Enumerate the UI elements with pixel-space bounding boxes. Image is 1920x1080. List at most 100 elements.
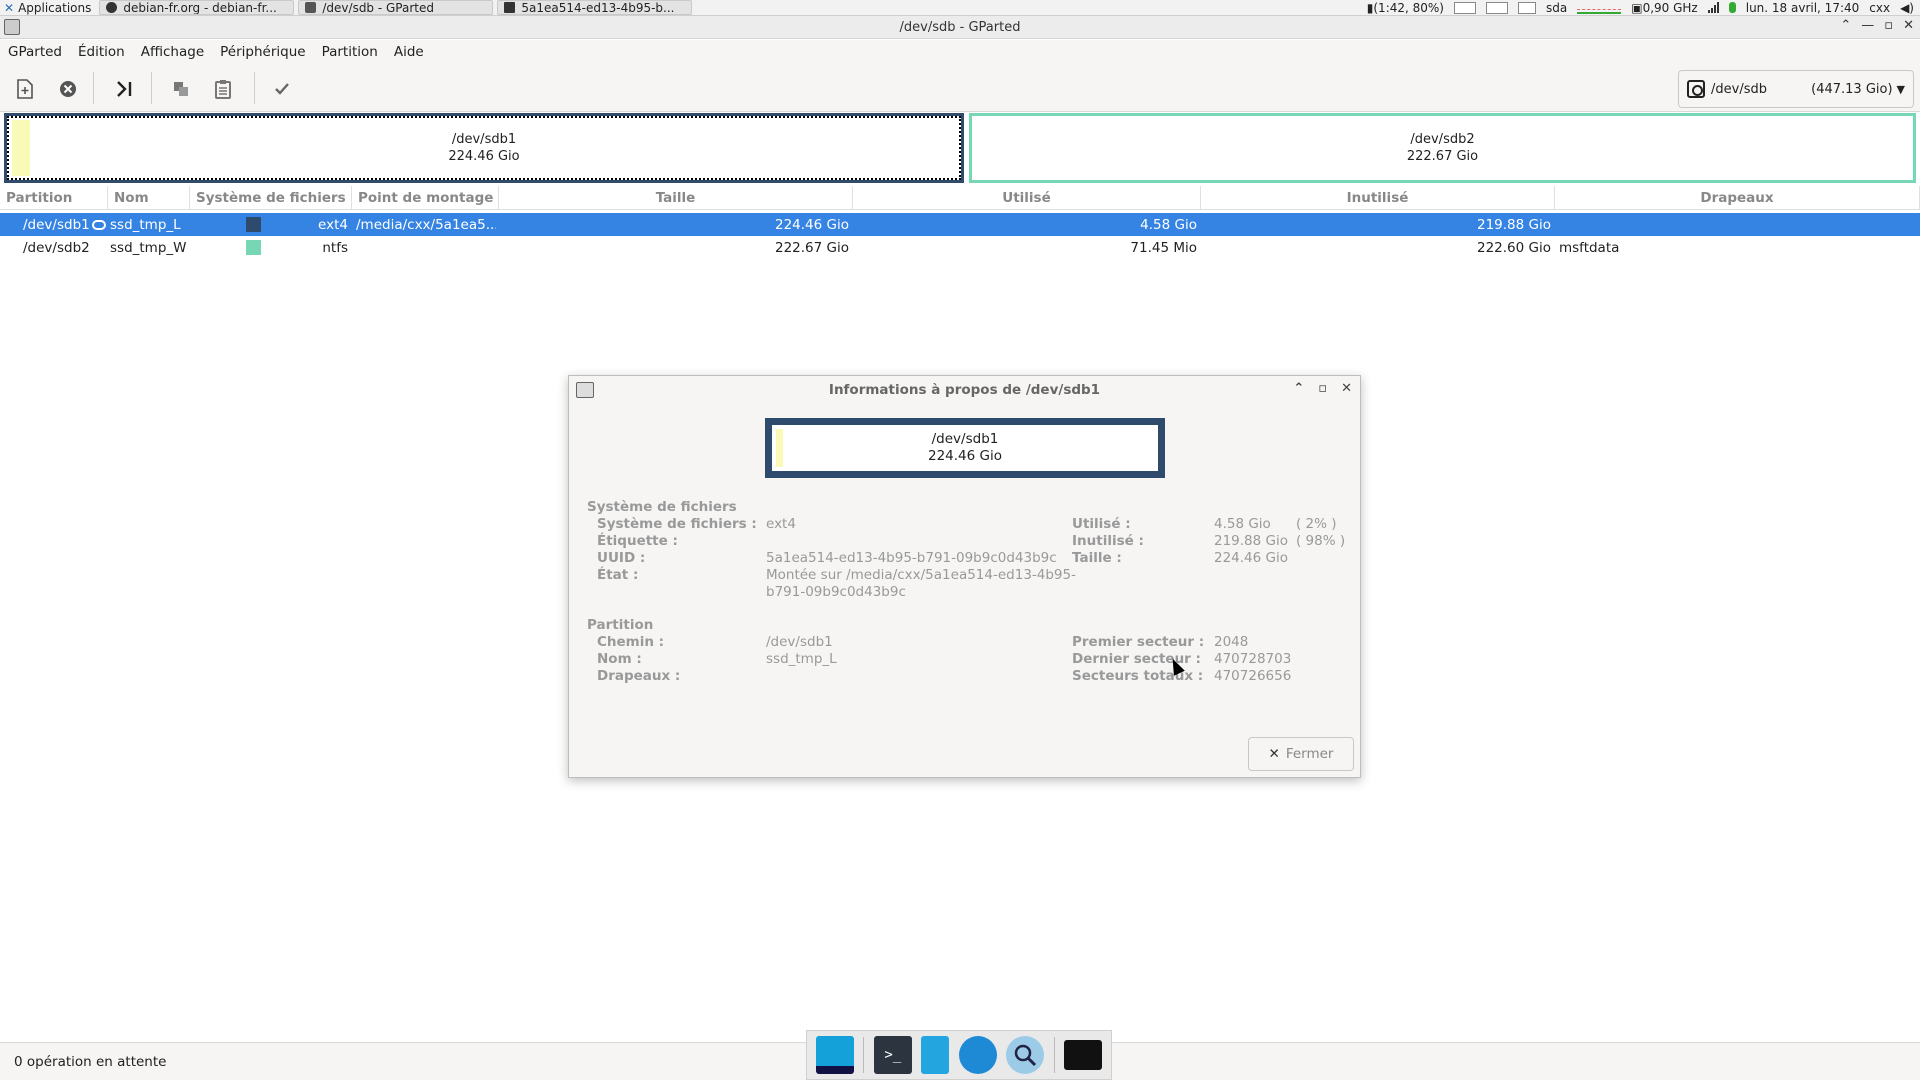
value-etat-line1: Montée sur /media/cxx/5a1ea514-ed13-4b95… [766, 567, 1076, 583]
paste-icon[interactable] [210, 76, 236, 102]
partition-block-name: /dev/sdb1 [451, 132, 517, 147]
workspace-1[interactable] [1454, 1, 1476, 14]
cell-used: 71.45 Mio [1130, 239, 1197, 256]
show-desktop-icon[interactable] [1518, 1, 1536, 14]
xfce-logo-icon: ✕ [4, 0, 15, 15]
cell-unused: 219.88 Gio [1477, 216, 1551, 233]
web-browser-icon[interactable] [958, 1036, 997, 1074]
device-selector[interactable]: /dev/sdb (447.13 Gio) ▼ [1678, 70, 1914, 108]
roll-up-icon[interactable]: ⌃ [1840, 18, 1851, 33]
column-header-mountpoint[interactable]: Point de montage [352, 186, 499, 210]
battery-indicator[interactable]: ▮(1:42, 80%) [1367, 1, 1444, 15]
value-uuid: 5a1ea514-ed13-4b95-b791-09b9c0d43b9c [766, 550, 1057, 566]
value-nom: ssd_tmp_L [766, 651, 837, 667]
menu-aide[interactable]: Aide [394, 44, 424, 60]
dock-separator [863, 1037, 865, 1073]
minimize-icon[interactable]: — [1861, 18, 1874, 33]
partition-block-size: 224.46 Gio [448, 149, 520, 164]
network-status-icon[interactable] [1728, 2, 1736, 13]
toolbar-separator [151, 72, 152, 104]
value-utilise-pct: ( 2% ) [1296, 516, 1337, 532]
column-header-utilise[interactable]: Utilisé [853, 186, 1201, 210]
window-titlebar: /dev/sdb - GParted ⌃ — ▫ ✕ [0, 16, 1920, 39]
folder-icon[interactable] [1064, 1040, 1103, 1070]
close-icon[interactable]: ✕ [1903, 18, 1914, 33]
value-inutilise: 219.88 Gio [1214, 533, 1288, 549]
resize-icon[interactable] [111, 76, 137, 102]
workspace-2[interactable] [1486, 1, 1508, 14]
clock[interactable]: lun. 18 avril, 17:40 [1746, 1, 1860, 15]
column-header-nom[interactable]: Nom [108, 186, 190, 210]
menu-peripherique[interactable]: Périphérique [220, 44, 305, 60]
terminal-icon[interactable]: >_ [873, 1036, 912, 1074]
dock-separator [1053, 1037, 1055, 1073]
disk-load-graph [1577, 2, 1622, 14]
desktop-icon[interactable] [815, 1036, 854, 1074]
table-row[interactable]: /dev/sdb2 ssd_tmp_W ntfs 222.67 Gio 71.4… [0, 236, 1920, 259]
search-icon[interactable] [1006, 1036, 1045, 1074]
task-gparted[interactable]: /dev/sdb - GParted [298, 0, 494, 15]
label-taille: Taille : [1072, 550, 1122, 566]
roll-up-icon[interactable]: ⌃ [1293, 381, 1304, 396]
disk-icon [1687, 80, 1705, 98]
label-inutilise: Inutilisé : [1072, 533, 1144, 549]
column-header-inutilise[interactable]: Inutilisé [1201, 186, 1555, 210]
value-taille: 224.46 Gio [1214, 550, 1288, 566]
cell-flags: msftdata [1559, 239, 1620, 256]
menu-partition[interactable]: Partition [322, 44, 378, 60]
menu-affichage[interactable]: Affichage [141, 44, 204, 60]
column-header-partition[interactable]: Partition [0, 186, 108, 210]
partition-block-sdb2[interactable]: /dev/sdb2 222.67 Gio [969, 113, 1916, 183]
value-chemin: /dev/sdb1 [766, 634, 833, 650]
copy-icon[interactable] [168, 76, 194, 102]
gparted-icon [305, 2, 317, 13]
window-title: /dev/sdb - GParted [899, 19, 1021, 35]
label-chemin: Chemin : [597, 634, 665, 650]
menu-gparted[interactable]: GParted [8, 44, 62, 60]
gparted-window-icon[interactable] [4, 19, 20, 35]
close-icon[interactable]: ✕ [1341, 381, 1352, 396]
label-drapeaux: Drapeaux : [597, 668, 681, 684]
dialog-title: Informations à propos de /dev/sdb1 [828, 382, 1101, 398]
user-name[interactable]: cxx [1869, 1, 1890, 15]
cell-unused: 222.60 Gio [1477, 239, 1551, 256]
cell-filesystem: ntfs [322, 239, 348, 256]
label-etiquette: Étiquette : [597, 533, 678, 549]
cpu-icon: ▣ [1631, 0, 1643, 15]
applications-menu[interactable]: ✕ Applications [0, 0, 95, 16]
value-filesystem: ext4 [766, 516, 796, 532]
disk-graphic: /dev/sdb1 224.46 Gio /dev/sdb2 222.67 Gi… [4, 113, 1916, 183]
wifi-signal-icon[interactable] [1707, 2, 1719, 13]
label-etat: État : [597, 567, 639, 583]
partition-block-sdb1[interactable]: /dev/sdb1 224.46 Gio [4, 113, 964, 183]
column-header-drapeaux[interactable]: Drapeaux [1555, 186, 1920, 210]
task-folder[interactable]: 5a1ea514-ed13-4b95-b... [497, 0, 693, 15]
label-premier-secteur: Premier secteur : [1072, 634, 1205, 650]
value-utilise: 4.58 Gio [1214, 516, 1271, 532]
delete-icon[interactable] [55, 76, 81, 102]
menubar: GParted Édition Affichage Périphérique P… [0, 40, 1920, 64]
new-partition-icon[interactable] [12, 76, 38, 102]
maximize-icon[interactable]: ▫ [1318, 381, 1327, 396]
table-row[interactable]: /dev/sdb1 ssd_tmp_L ext4 /media/cxx/5a1e… [0, 213, 1920, 236]
folder-icon [504, 2, 516, 13]
cell-filesystem: ext4 [318, 216, 348, 233]
maximize-icon[interactable]: ▫ [1884, 18, 1893, 33]
close-button[interactable]: ✕ Fermer [1248, 737, 1354, 771]
device-size: (447.13 Gio) [1811, 81, 1893, 97]
column-header-taille[interactable]: Taille [499, 186, 853, 210]
apply-icon[interactable] [269, 76, 295, 102]
gparted-window-icon[interactable] [576, 382, 594, 398]
volume-icon[interactable]: ◀) [1900, 1, 1914, 15]
task-browser[interactable]: debian-fr.org - debian-fr... [99, 0, 295, 15]
browser-favicon-icon [106, 2, 118, 13]
value-secteurs-totaux: 470726656 [1214, 668, 1292, 684]
menu-edition[interactable]: Édition [78, 44, 125, 60]
cell-name: ssd_tmp_L [110, 216, 181, 233]
label-utilise: Utilisé : [1072, 516, 1131, 532]
dialog-partition-graphic: /dev/sdb1 224.46 Gio [765, 418, 1165, 478]
value-dernier-secteur: 470728703 [1214, 651, 1292, 667]
column-header-filesystem[interactable]: Système de fichiers [190, 186, 352, 210]
file-manager-icon[interactable] [921, 1036, 950, 1074]
label-nom: Nom : [597, 651, 642, 667]
